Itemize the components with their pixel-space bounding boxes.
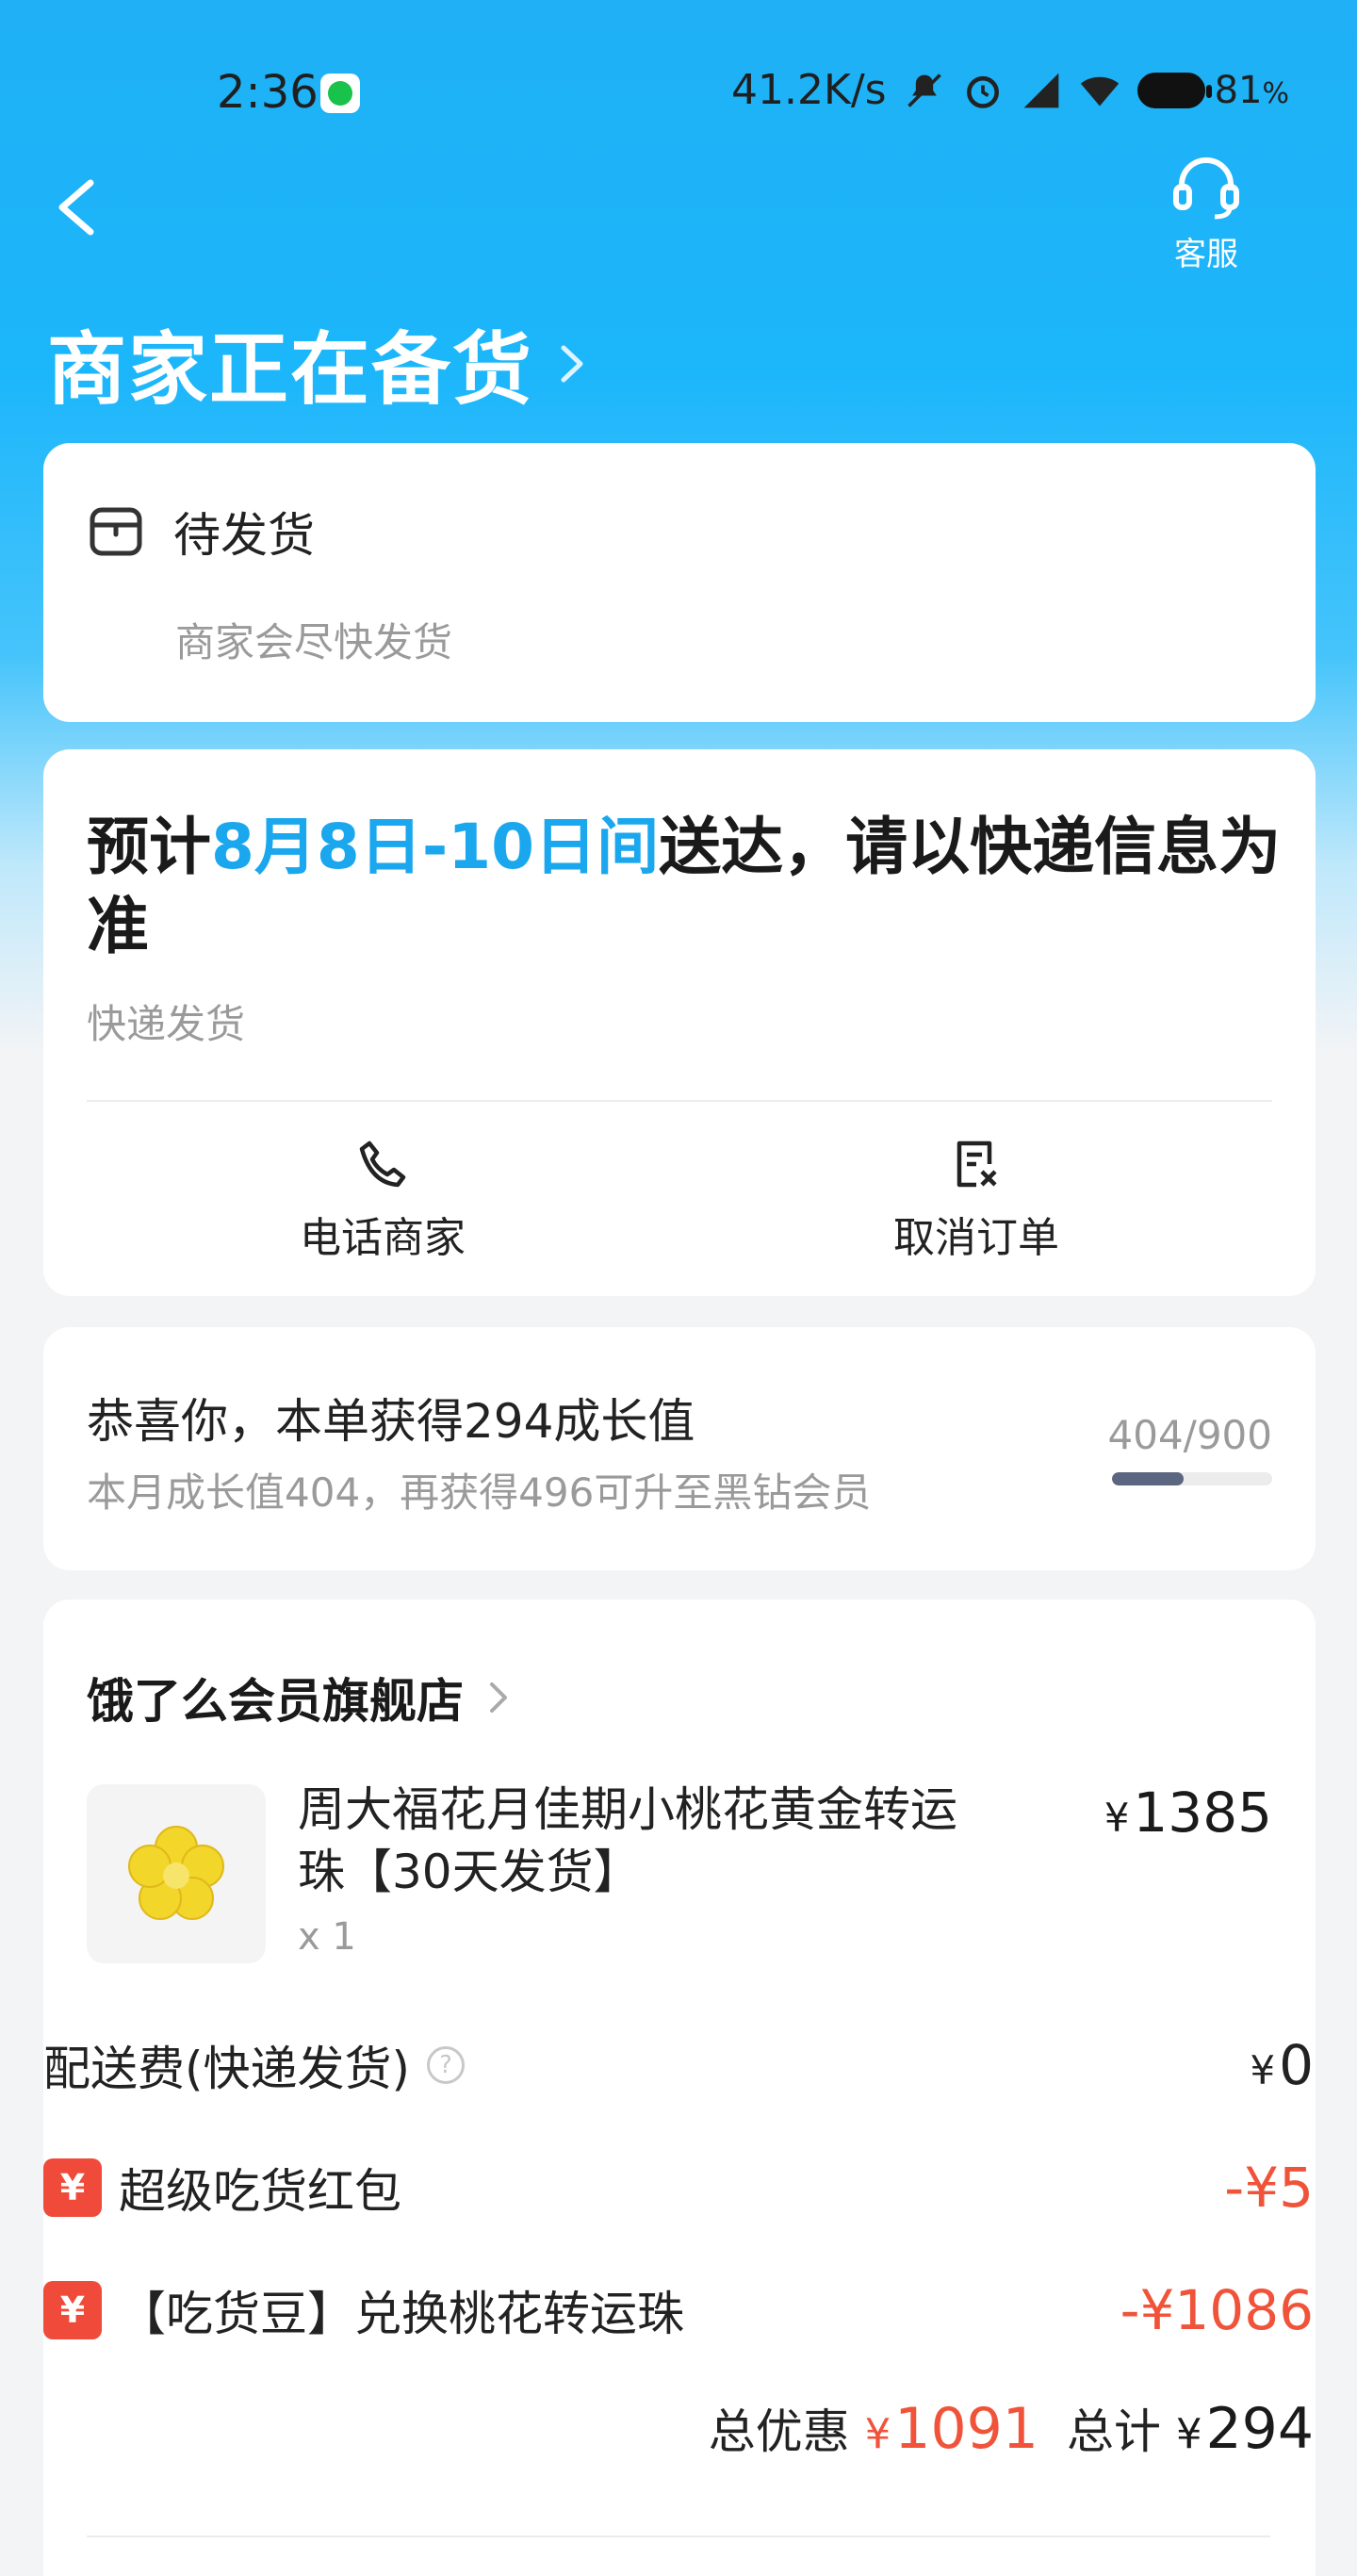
- growth-ratio: 404/900: [1107, 1412, 1272, 1458]
- status-label: 待发货: [173, 508, 315, 563]
- cancel-order-button[interactable]: 取消订单: [835, 1136, 1118, 1264]
- battery-indicator: 81%: [1136, 69, 1289, 112]
- headset-icon: [1173, 157, 1239, 220]
- flower-charm-image: [128, 1826, 224, 1920]
- customer-service-button[interactable]: 客服: [1150, 153, 1263, 274]
- total-discount-label: 总优惠: [708, 2404, 850, 2459]
- wifi-icon: [1080, 76, 1119, 106]
- divider: [87, 2535, 1270, 2537]
- chevron-right-icon: [561, 345, 583, 382]
- discount-row: ¥ 【吃货豆】兑换桃花转运珠 -¥1086: [43, 2276, 1314, 2344]
- call-merchant-button[interactable]: 电话商家: [241, 1136, 524, 1264]
- discount-amount: -¥1086: [1120, 2278, 1314, 2342]
- growth-progress-bar: [1112, 1472, 1272, 1485]
- order-status-title[interactable]: 商家正在备货: [47, 306, 586, 420]
- product-name[interactable]: 周大福花月佳期小桃花黄金转运珠【30天发货】: [298, 1779, 957, 1903]
- total-discount-amount: ¥1091: [864, 2396, 1038, 2462]
- shipping-fee-row: 配送费(快递发货) ? ¥0: [43, 2031, 1314, 2099]
- discount-label: 超级吃货红包: [119, 2164, 401, 2219]
- package-icon: [90, 507, 142, 556]
- status-bar: 2:36 41.2K/s 81%: [0, 57, 1357, 132]
- discount-row: ¥ 超级吃货红包 -¥5: [43, 2154, 1314, 2222]
- delivery-date-range: 8月8日-10日间: [211, 811, 660, 883]
- app-notification-icon: [320, 74, 360, 113]
- status-time: 2:36: [217, 66, 319, 119]
- help-icon[interactable]: ?: [427, 2046, 466, 2084]
- back-button[interactable]: [45, 170, 111, 245]
- growth-progress-fill: [1112, 1472, 1185, 1485]
- mute-icon: [907, 73, 941, 107]
- product-price: ¥1385: [1104, 1780, 1272, 1845]
- shipping-fee-amount: ¥0: [1250, 2033, 1314, 2097]
- status-subtext: 商家会尽快发货: [175, 619, 453, 665]
- store-link[interactable]: 饿了么会员旗舰店: [87, 1664, 509, 1731]
- signal-icon: [1023, 73, 1058, 107]
- call-merchant-label: 电话商家: [300, 1214, 466, 1262]
- customer-service-label: 客服: [1174, 236, 1238, 273]
- cancel-order-icon: [956, 1140, 997, 1188]
- alarm-icon: [966, 75, 999, 108]
- delivery-estimate-card: 预计8月8日-10日间送达，请以快递信息为准 快递发货 电话商家 取消订单: [43, 749, 1316, 1296]
- discount-amount: -¥5: [1224, 2156, 1314, 2220]
- page-title: 商家正在备货: [47, 323, 534, 416]
- total-label: 总计: [1066, 2404, 1161, 2459]
- chevron-left-icon: [58, 179, 94, 236]
- growth-subtext: 本月成长值404，再获得496可升至黑钻会员: [87, 1469, 872, 1516]
- discount-label: 【吃货豆】兑换桃花转运珠: [119, 2287, 684, 2341]
- growth-value-card[interactable]: 恭喜你，本单获得294成长值 本月成长值404，再获得496可升至黑钻会员 40…: [43, 1327, 1316, 1570]
- network-speed: 41.2K/s: [731, 66, 887, 114]
- shipping-fee-label: 配送费(快递发货): [43, 2042, 411, 2096]
- divider: [87, 1100, 1272, 1102]
- red-packet-icon: ¥: [43, 2281, 102, 2339]
- cancel-order-label: 取消订单: [893, 1214, 1059, 1262]
- delivery-method: 快递发货: [87, 1001, 246, 1047]
- delivery-estimate-text: 预计8月8日-10日间送达，请以快递信息为准: [87, 811, 1282, 962]
- red-packet-icon: ¥: [43, 2158, 102, 2217]
- store-name: 饿了么会员旗舰店: [87, 1674, 464, 1729]
- total-amount: ¥294: [1175, 2396, 1314, 2462]
- growth-title: 恭喜你，本单获得294成长值: [87, 1394, 695, 1449]
- product-image[interactable]: [87, 1784, 266, 1963]
- battery-icon: [1136, 72, 1212, 108]
- chevron-right-icon: [490, 1682, 507, 1713]
- shipping-status-card: 待发货 商家会尽快发货: [43, 443, 1316, 722]
- phone-icon: [359, 1140, 406, 1188]
- product-quantity: x 1: [298, 1915, 356, 1959]
- order-totals: 总优惠 ¥1091 总计 ¥294: [709, 2394, 1314, 2462]
